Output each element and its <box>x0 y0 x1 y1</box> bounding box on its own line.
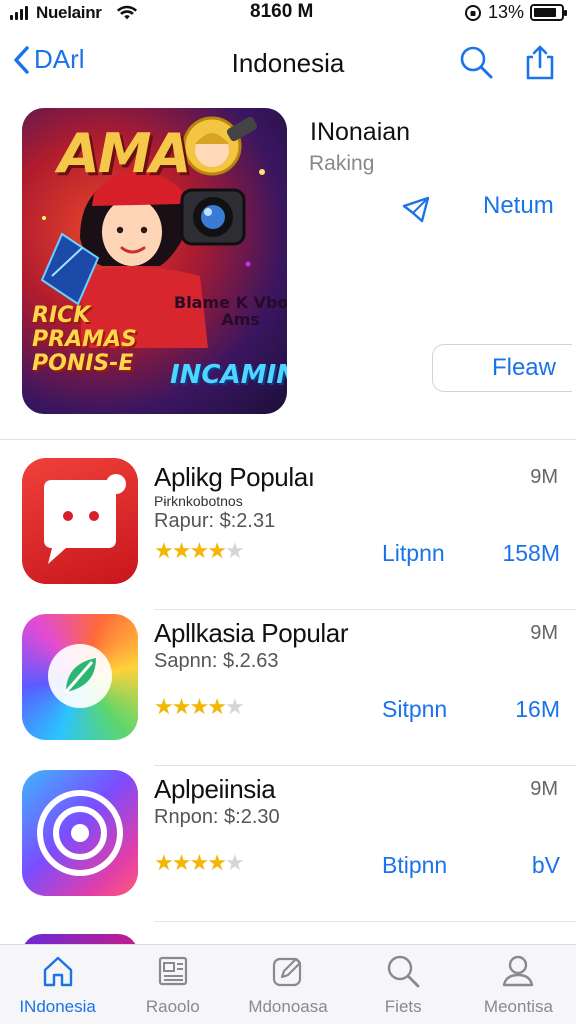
app-size: 9M <box>530 466 558 488</box>
star-rating: ★★★★★ <box>154 850 245 876</box>
row-divider <box>154 921 576 922</box>
tab-label: Fiets <box>384 997 422 1016</box>
app-name: Aplpeiinsia <box>154 774 276 804</box>
app-list-item[interactable]: Aplpeiinsia Rnpon: $:2.30 ★★★★★ 9M Btipn… <box>0 766 576 922</box>
app-list-item[interactable]: Aplikg Populaı Pɨrknkobotnos Rapur: $:2.… <box>0 454 576 610</box>
compose-icon <box>272 957 302 987</box>
star-filled-icon: ★ <box>207 538 227 563</box>
status-time: 8160 M <box>250 1 314 22</box>
app-icon <box>22 770 138 896</box>
featured-section: AMA RICK PRAMAS PONIS-E Blame K Vboro Am… <box>0 108 576 438</box>
home-icon <box>43 956 72 987</box>
orientation-lock-icon <box>464 4 481 21</box>
tab-raoolo[interactable]: Raoolo <box>115 945 230 1024</box>
search-icon[interactable] <box>458 44 494 80</box>
star-rating: ★★★★★ <box>154 694 245 720</box>
star-filled-icon: ★ <box>189 538 209 563</box>
star-filled-icon: ★ <box>207 694 227 719</box>
app-action-button[interactable]: Litpnn <box>382 540 445 567</box>
send-icon[interactable] <box>400 194 434 224</box>
featured-button[interactable]: Fleaw <box>432 344 572 392</box>
star-filled-icon: ★ <box>207 850 227 875</box>
signal-icon <box>10 6 28 20</box>
star-empty-icon: ★ <box>224 694 245 719</box>
tab-label: INdonesia <box>19 997 96 1016</box>
section-divider <box>0 439 576 440</box>
share-icon[interactable] <box>522 44 558 80</box>
app-price: Rnpon: $:2.30 <box>154 806 280 828</box>
star-filled-icon: ★ <box>171 694 192 719</box>
app-download-count: bV <box>531 852 560 878</box>
app-action-button[interactable]: Sitpnn <box>382 696 447 723</box>
star-rating: ★★★★★ <box>154 538 245 564</box>
featured-art-left-text: RICK PRAMAS PONIS-E <box>32 303 137 376</box>
battery-icon <box>530 4 567 21</box>
star-filled-icon: ★ <box>171 538 192 563</box>
battery-level <box>534 8 557 17</box>
tab-meontisa[interactable]: Meontisa <box>461 945 576 1024</box>
tab-label: Mdonoasa <box>248 997 328 1016</box>
star-filled-icon: ★ <box>154 694 174 719</box>
app-list-item[interactable]: Apllkasia Popular Sapnn: $.2.63 ★★★★★ 9M… <box>0 610 576 766</box>
app-name: Aplikg Populaı <box>154 462 315 492</box>
featured-title: INonaian <box>310 118 411 146</box>
compass-leaf-icon <box>48 644 112 708</box>
app-tagline: Pɨrknkobotnos <box>154 493 243 509</box>
app-size: 9M <box>530 622 558 644</box>
nav-bar: DArl Indonesia <box>0 30 576 96</box>
search-icon <box>388 955 420 988</box>
status-bar: Nuelainr 8160 M 13% <box>0 0 576 26</box>
star-filled-icon: ★ <box>154 538 174 563</box>
app-action-button[interactable]: Btipnn <box>382 852 447 879</box>
status-left: Nuelainr <box>10 3 138 23</box>
tab-fiets[interactable]: Fiets <box>346 945 461 1024</box>
profile-icon <box>503 955 534 987</box>
featured-artwork[interactable]: AMA RICK PRAMAS PONIS-E Blame K Vboro Am… <box>22 108 287 414</box>
app-price: Sapnn: $.2.63 <box>154 650 279 672</box>
status-right: 13% <box>464 2 567 23</box>
camera-lens-icon <box>37 790 123 876</box>
carrier-name: Nuelainr <box>36 3 102 22</box>
star-filled-icon: ★ <box>171 850 192 875</box>
tab-label: Raoolo <box>145 997 200 1016</box>
app-download-count: 16M <box>515 696 560 722</box>
featured-art-bottom-text: INCAMING <box>170 360 287 390</box>
wifi-icon <box>116 5 137 20</box>
star-filled-icon: ★ <box>189 850 209 875</box>
tab-bar: INdonesia Raoolo Mdonoasa Fiets Meontisa <box>0 944 576 1024</box>
app-name: Apllkasia Popular <box>154 618 349 648</box>
featured-action-link[interactable]: Netum <box>483 192 554 220</box>
tab-mdonoasa[interactable]: Mdonoasa <box>230 945 345 1024</box>
battery-percent: 13% <box>487 2 524 22</box>
app-download-count: 158M <box>502 540 560 566</box>
chat-bubble-icon <box>44 474 126 564</box>
featured-art-mid-text: Blame K Vboro Ams <box>174 293 287 329</box>
apps-icon <box>158 956 187 986</box>
star-empty-icon: ★ <box>224 850 245 875</box>
star-empty-icon: ★ <box>224 538 245 563</box>
star-filled-icon: ★ <box>189 694 209 719</box>
star-filled-icon: ★ <box>154 850 174 875</box>
app-price: Rapur: $:2.31 <box>154 510 276 532</box>
tab-indonesia[interactable]: INdonesia <box>0 945 115 1024</box>
featured-art-title: AMA <box>58 122 191 185</box>
app-size: 9M <box>530 778 558 800</box>
tab-label: Meontisa <box>483 997 553 1016</box>
app-icon <box>22 614 138 740</box>
featured-subtitle: Raking <box>309 152 375 175</box>
app-icon <box>22 458 138 584</box>
